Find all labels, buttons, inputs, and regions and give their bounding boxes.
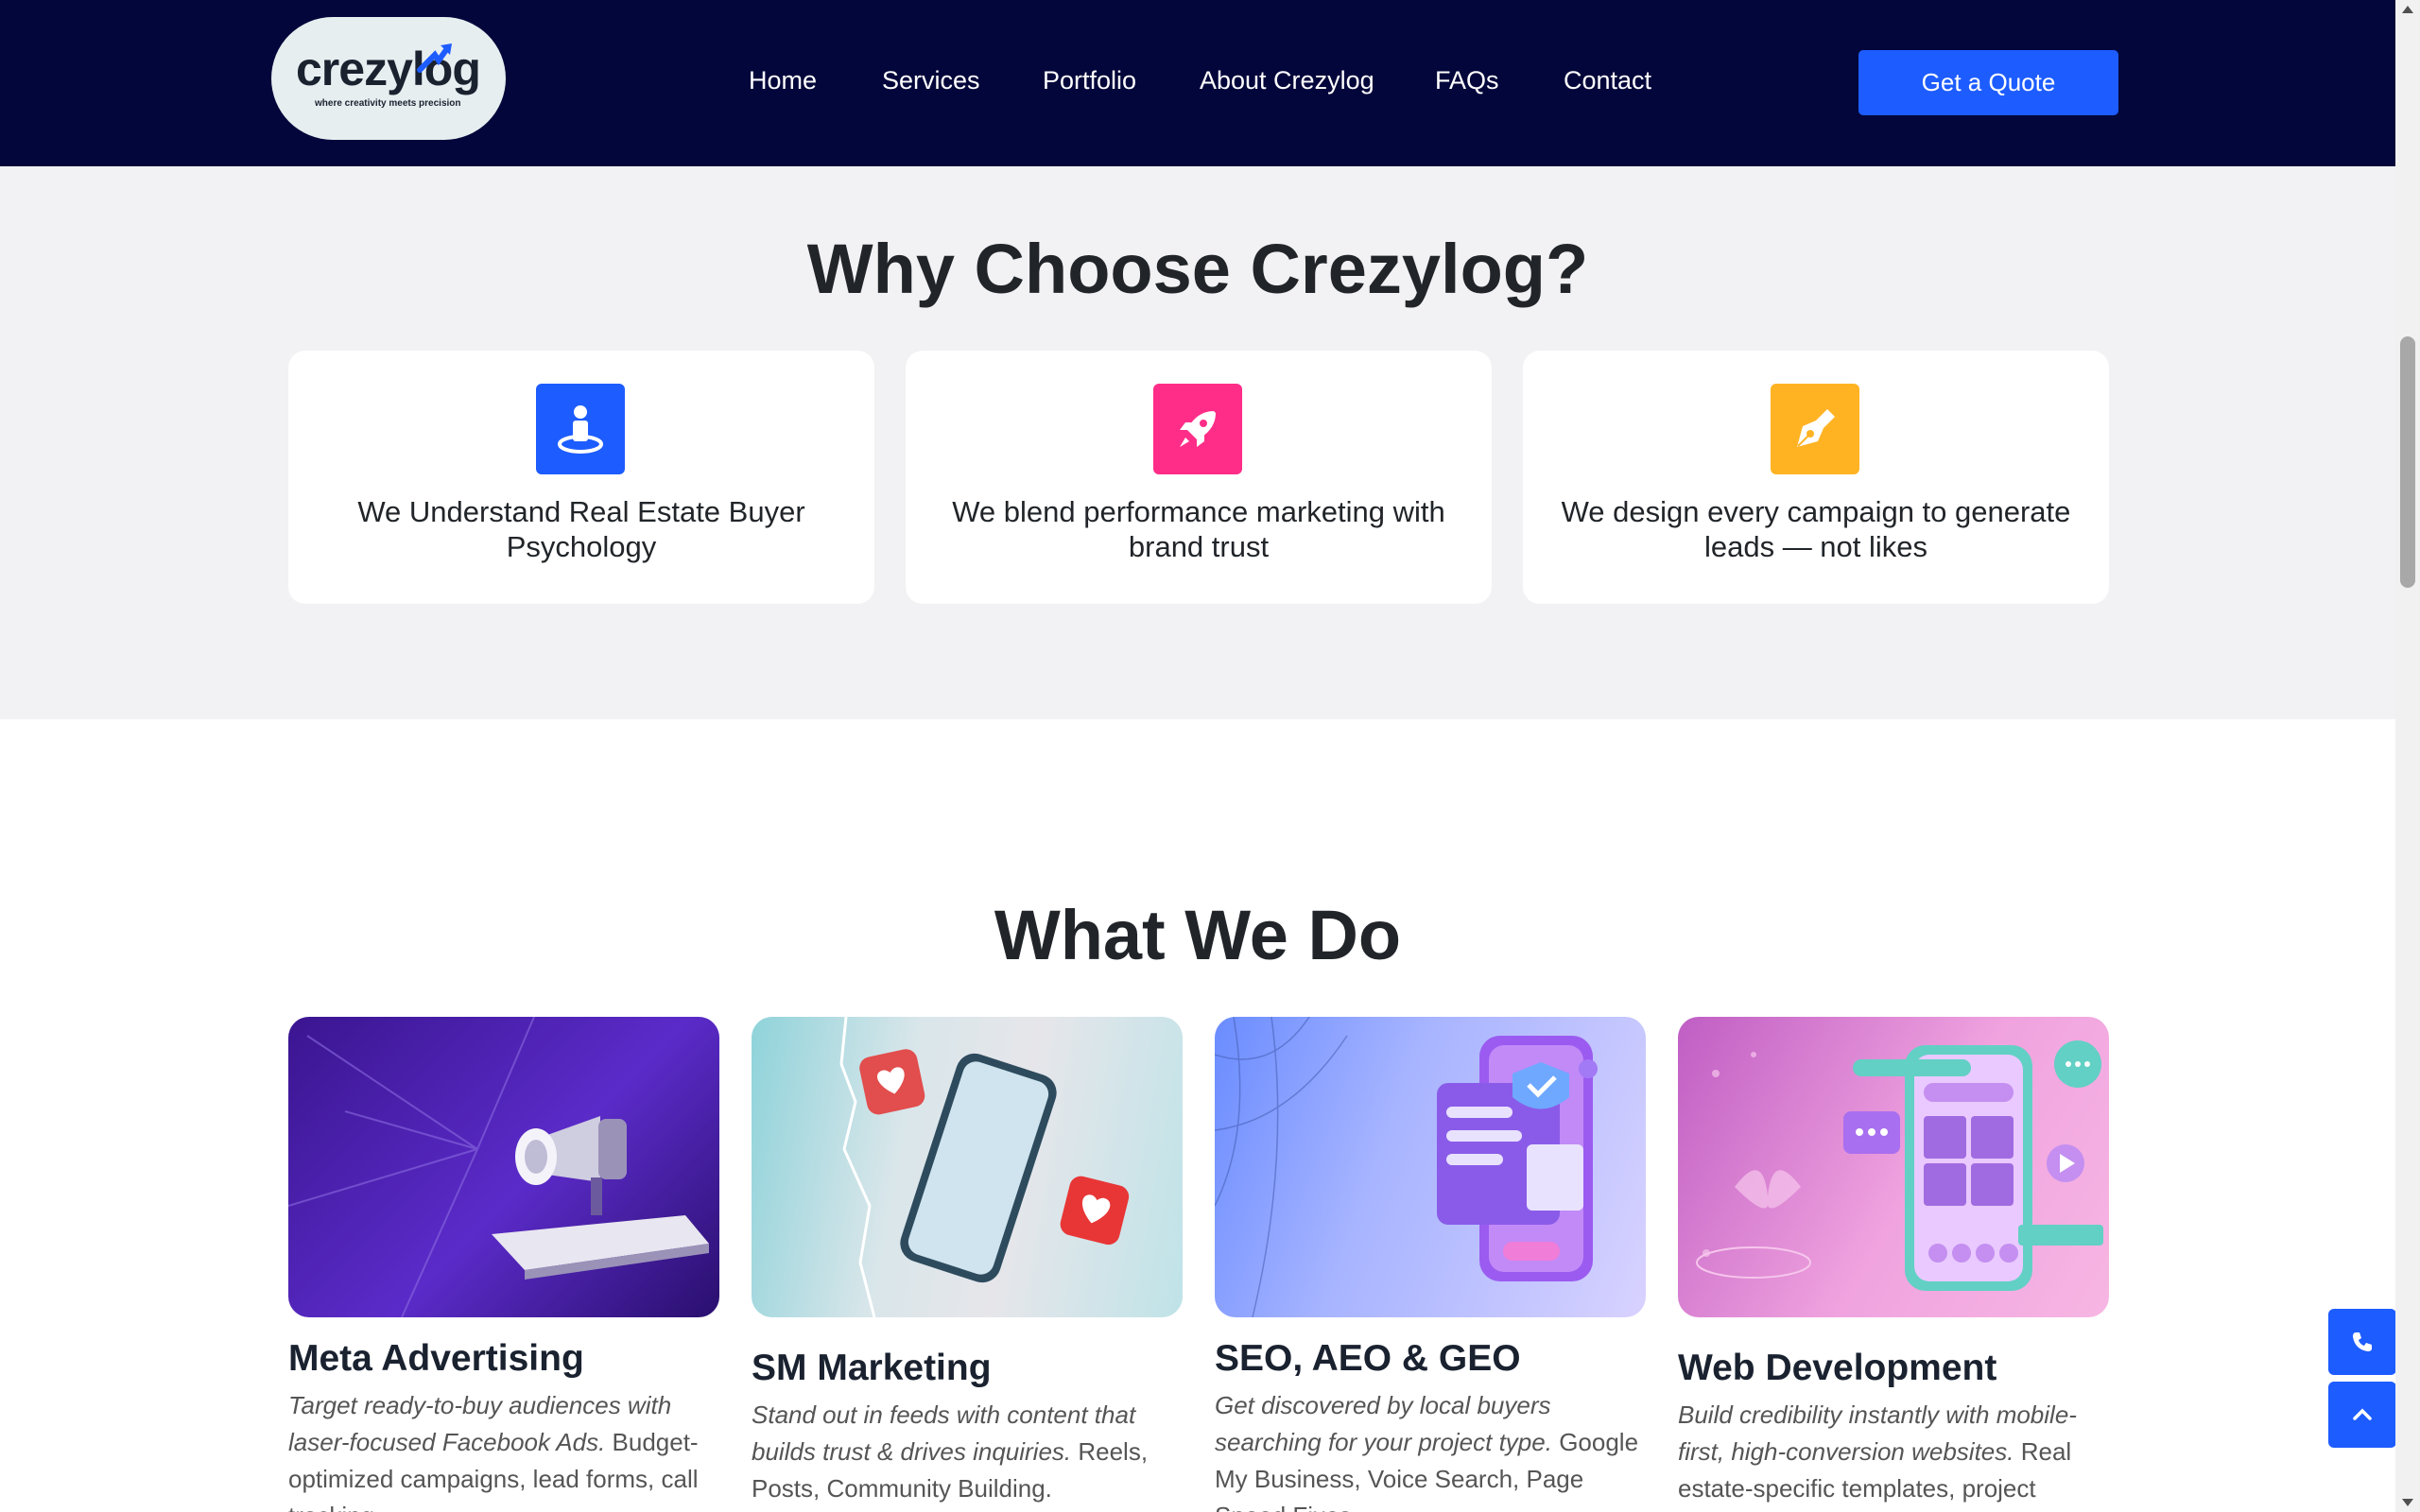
megaphone-phone-image	[288, 1017, 719, 1317]
scroll-up-arrow-icon[interactable]	[2402, 6, 2413, 13]
nav-contact[interactable]: Contact	[1564, 66, 1651, 95]
scrollbar-thumb[interactable]	[2400, 336, 2415, 588]
what-we-do-title: What We Do	[994, 896, 1402, 974]
why-choose-section: Why Choose Crezylog? We Understand Real …	[0, 166, 2395, 719]
service-description: Get discovered by local buyers searching…	[1215, 1391, 1639, 1512]
service-description: Target ready-to-buy audiences with laser…	[288, 1391, 699, 1512]
service-card[interactable]: Web Development Build credibility instan…	[1678, 1017, 2109, 1512]
phone-icon	[2353, 1332, 2372, 1351]
call-button[interactable]	[2328, 1309, 2396, 1375]
app-phone-image	[1678, 1017, 2109, 1317]
nav-services[interactable]: Services	[882, 66, 980, 95]
person-pin-icon	[536, 384, 625, 474]
nav-about[interactable]: About Crezylog	[1200, 66, 1374, 95]
page-scrollbar[interactable]	[2395, 0, 2420, 1512]
logo-tagline: where creativity meets precision	[315, 98, 461, 109]
site-header: crezylog where creativity meets precisio…	[0, 0, 2395, 166]
logo-arrow-icon	[417, 43, 452, 73]
scroll-down-arrow-icon[interactable]	[2402, 1499, 2413, 1506]
phone-hearts-image	[752, 1017, 1183, 1317]
service-title: SEO, AEO & GEO	[1215, 1338, 1521, 1379]
nav-home[interactable]: Home	[749, 66, 817, 95]
service-title: Meta Advertising	[288, 1338, 584, 1379]
feature-text: We blend performance marketing with bran…	[952, 495, 1445, 563]
back-to-top-button[interactable]	[2328, 1382, 2396, 1448]
rocket-icon	[1153, 384, 1242, 474]
logo[interactable]: crezylog where creativity meets precisio…	[271, 17, 506, 140]
nav-portfolio[interactable]: Portfolio	[1043, 66, 1136, 95]
why-choose-title: Why Choose Crezylog?	[806, 230, 1589, 308]
pen-nib-icon	[1771, 384, 1859, 474]
feature-card: We Understand Real Estate Buyer Psycholo…	[288, 351, 874, 604]
service-description: Stand out in feeds with content that bui…	[752, 1400, 1149, 1503]
nav-faqs[interactable]: FAQs	[1435, 66, 1499, 95]
feature-card: We blend performance marketing with bran…	[906, 351, 1492, 604]
chevron-up-icon	[2353, 1408, 2372, 1420]
service-description: Build credibility instantly with mobile-…	[1678, 1400, 2077, 1512]
feature-card: We design every campaign to generate lea…	[1523, 351, 2109, 604]
service-card[interactable]: SEO, AEO & GEO Get discovered by local b…	[1215, 1017, 1646, 1512]
service-title: SM Marketing	[752, 1348, 992, 1388]
get-a-quote-button[interactable]: Get a Quote	[1858, 50, 2118, 115]
feature-text: We design every campaign to generate lea…	[1561, 495, 2071, 563]
service-title: Web Development	[1678, 1348, 1997, 1388]
feature-text: We Understand Real Estate Buyer Psycholo…	[357, 495, 805, 563]
service-card[interactable]: Meta Advertising Target ready-to-buy aud…	[288, 1017, 719, 1512]
service-card[interactable]: SM Marketing Stand out in feeds with con…	[752, 1017, 1183, 1507]
secure-phone-image	[1215, 1017, 1646, 1317]
